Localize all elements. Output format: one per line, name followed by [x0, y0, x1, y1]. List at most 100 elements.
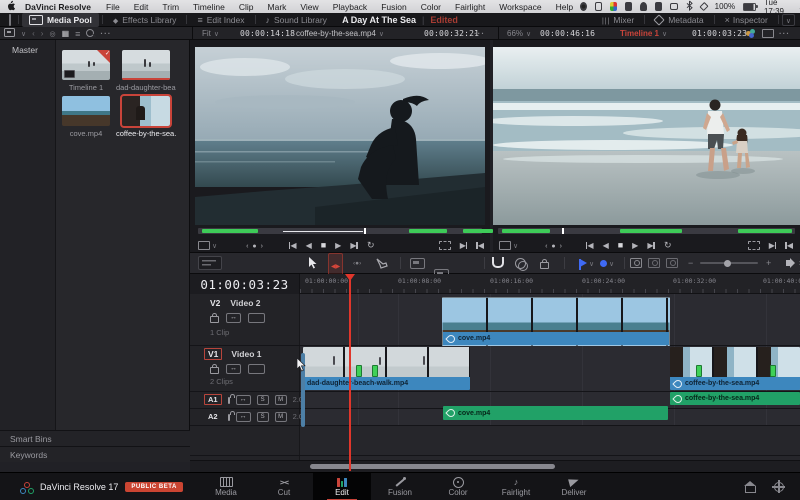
page-fusion[interactable]: Fusion	[371, 473, 429, 500]
stop-button[interactable]	[618, 240, 623, 250]
menu-clip[interactable]: Clip	[232, 2, 261, 12]
track-id-selected[interactable]: A1	[204, 394, 222, 405]
play-reverse-button[interactable]	[306, 241, 312, 250]
search-icon[interactable]	[86, 28, 95, 39]
page-fairlight[interactable]: Fairlight	[487, 473, 545, 500]
solo-button[interactable]: S	[256, 394, 269, 405]
sound-library-toggle[interactable]: Sound Library	[259, 13, 334, 27]
page-edit-active[interactable]: Edit	[313, 473, 371, 500]
track-lock-icon[interactable]	[210, 363, 219, 374]
track-id[interactable]: V2	[210, 298, 220, 308]
auto-select-icon[interactable]	[226, 313, 241, 323]
menu-help[interactable]: Help	[549, 2, 580, 12]
track-header-v1[interactable]: V1 Video 1 2 Clips	[190, 345, 300, 391]
selection-tool[interactable]	[308, 253, 317, 273]
goto-last-frame-button[interactable]	[350, 241, 358, 250]
display-status-icon[interactable]	[670, 3, 678, 10]
clip-marker-green[interactable]	[356, 365, 362, 377]
source-zoom-select[interactable]: Fit	[202, 27, 219, 40]
media-pool-more-icon[interactable]	[100, 29, 111, 38]
project-manager-home-icon[interactable]	[744, 480, 756, 493]
page-deliver[interactable]: Deliver	[545, 473, 603, 500]
timeline-clip-cove-audio[interactable]: cove.mp4	[443, 406, 668, 420]
menu-file[interactable]: File	[99, 2, 127, 12]
loop-button[interactable]	[367, 240, 375, 251]
timeline-zoom-select[interactable]: 66%	[498, 27, 531, 40]
cloud-status-icon[interactable]	[640, 2, 648, 11]
menu-app-name[interactable]: DaVinci Resolve	[17, 2, 99, 12]
smart-bins-section[interactable]: Smart Bins	[0, 430, 190, 446]
project-settings-gear-icon[interactable]	[772, 480, 785, 493]
keywords-section[interactable]: Keywords	[0, 446, 190, 462]
track-id[interactable]: A2	[204, 412, 222, 421]
menu-color[interactable]: Color	[414, 2, 448, 12]
solo-button[interactable]: S	[256, 411, 269, 422]
timeline-playhead[interactable]	[345, 274, 354, 471]
menu-trim[interactable]: Trim	[155, 2, 186, 12]
inspector-toggle[interactable]: Inspector	[718, 13, 775, 27]
audio-monitor-icon[interactable]	[786, 253, 795, 273]
match-frame-icon[interactable]	[747, 240, 760, 250]
timeline-viewer-options-icon[interactable]	[779, 27, 790, 40]
effects-library-toggle[interactable]: Effects Library	[106, 13, 184, 27]
auto-select-icon[interactable]	[226, 364, 241, 374]
nav-forward-icon[interactable]: ›	[41, 29, 44, 38]
clip-marker-green[interactable]	[372, 365, 378, 377]
custom-zoom-icon[interactable]	[666, 253, 678, 273]
dual-monitor-icon[interactable]	[762, 27, 774, 40]
flag-button[interactable]	[572, 253, 594, 273]
track-enable-icon[interactable]	[248, 313, 265, 323]
jog-control[interactable]	[246, 241, 264, 250]
media-clip-dad-daughter[interactable]	[122, 50, 170, 80]
mute-button[interactable]: M	[274, 394, 287, 405]
camera-status-icon[interactable]	[595, 2, 603, 11]
menu-fairlight[interactable]: Fairlight	[448, 2, 492, 12]
goto-last-frame-button[interactable]	[647, 241, 655, 250]
media-clip-label[interactable]: dad-daughter-bea...	[116, 83, 176, 92]
media-pool-toggle[interactable]: Media Pool	[22, 12, 99, 27]
play-reverse-button[interactable]	[603, 241, 609, 250]
zoom-in-button[interactable]: +	[766, 253, 771, 273]
shape-status-icon[interactable]	[699, 1, 709, 12]
collapse-header-button[interactable]	[781, 13, 795, 26]
list-view-icon[interactable]	[75, 29, 80, 39]
track-header-v2[interactable]: V2 Video 2 1 Clip	[190, 294, 300, 345]
nav-back-icon[interactable]: ‹	[32, 29, 35, 38]
goto-first-frame-button[interactable]	[288, 241, 297, 250]
position-lock-toggle[interactable]	[540, 253, 549, 273]
media-clip-timeline-1[interactable]: ✓	[62, 50, 110, 80]
timeline-zoom-slider[interactable]	[700, 253, 758, 273]
source-scrubber[interactable]	[198, 228, 493, 234]
match-frame-icon[interactable]	[438, 240, 451, 250]
apple-icon[interactable]	[6, 0, 15, 13]
timeline-scrubber[interactable]	[498, 228, 795, 234]
thumbnail-view-icon[interactable]: ▦	[62, 29, 70, 38]
menu-mark[interactable]: Mark	[261, 2, 294, 12]
out-point-button[interactable]	[785, 241, 793, 250]
media-clip-coffee-selected[interactable]	[120, 94, 172, 128]
insert-clip-button[interactable]	[410, 258, 425, 269]
loop-button[interactable]	[664, 240, 672, 251]
bin-master[interactable]: Master	[0, 40, 55, 55]
linked-selection-toggle[interactable]	[515, 253, 528, 273]
timeline-clip-coffee-video[interactable]: coffee-by-the-sea.mp4	[670, 347, 800, 390]
out-point-button[interactable]	[476, 241, 484, 250]
source-clip-name[interactable]: coffee-by-the-sea.mp4	[296, 29, 376, 38]
dynamic-trim-tool[interactable]	[353, 253, 361, 273]
track-lock-icon[interactable]	[210, 312, 219, 323]
razor-blade-tool[interactable]	[376, 253, 388, 273]
timeline-clip-cove-video[interactable]: cove.mp4	[442, 297, 670, 346]
dropbox-status-icon[interactable]	[625, 2, 633, 11]
timeline-clip-dad-daughter-video[interactable]: dad-daughter-beach-walk.mp4	[303, 347, 470, 390]
color-page-shortcut-icon[interactable]	[746, 27, 755, 40]
source-options-icon[interactable]	[474, 27, 485, 40]
track-name[interactable]: Video 2	[230, 298, 260, 308]
track-name[interactable]: Video 1	[231, 349, 261, 359]
menu-fusion[interactable]: Fusion	[374, 2, 414, 12]
snapping-toggle[interactable]	[492, 253, 504, 273]
auto-select-icon[interactable]	[235, 411, 251, 422]
play-button[interactable]	[632, 241, 638, 250]
printer-status-icon[interactable]	[655, 2, 663, 11]
media-clip-label[interactable]: cove.mp4	[56, 129, 116, 138]
page-color[interactable]: Color	[429, 473, 487, 500]
